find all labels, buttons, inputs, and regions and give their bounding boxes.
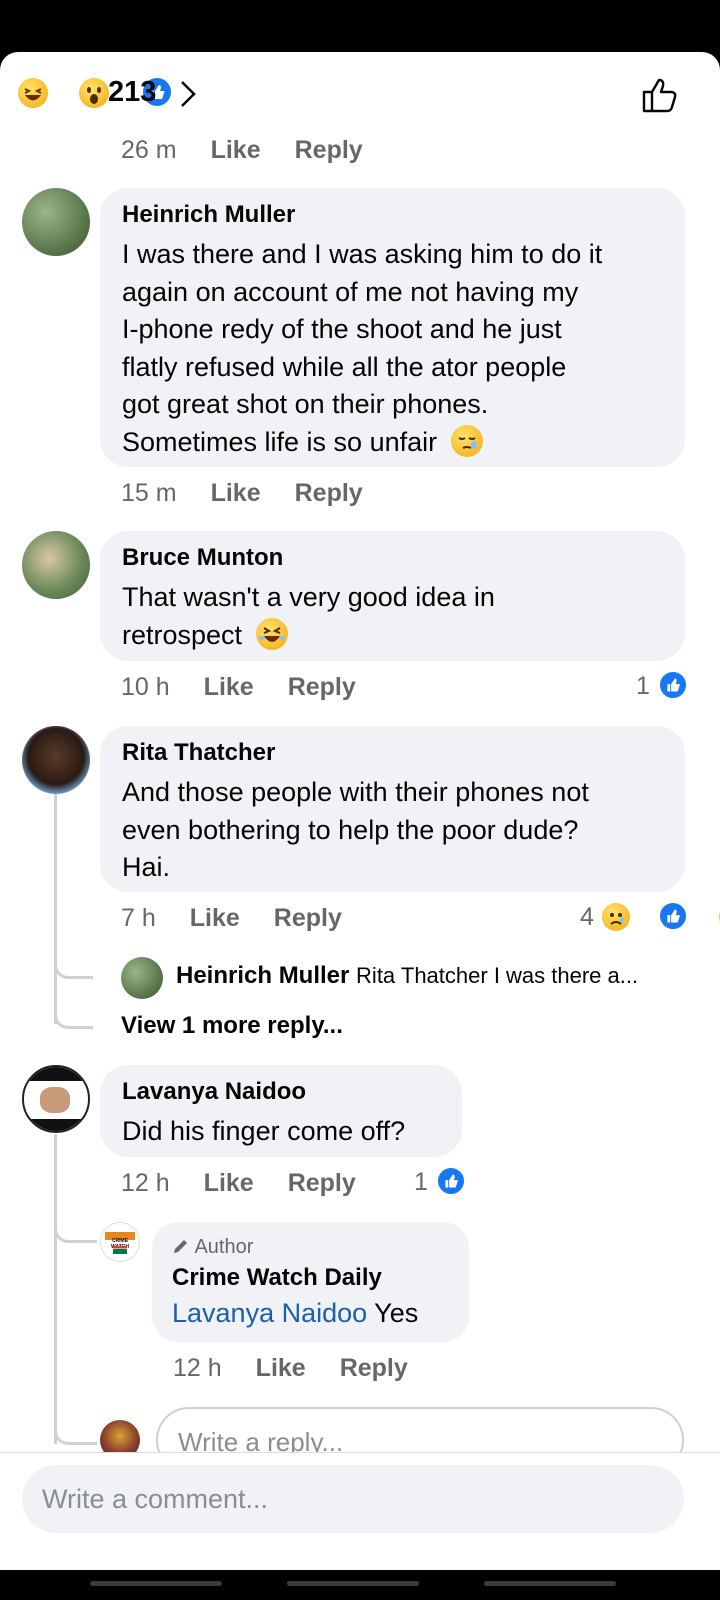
reply-author[interactable]: Crime Watch Daily (172, 1264, 382, 1292)
crime-watch-logo[interactable]: CRIME WATCH (100, 1222, 140, 1262)
comment-meta: 15 m Like Reply (121, 479, 363, 507)
comment-bubble: Bruce Munton That wasn't a very good ide… (100, 531, 685, 661)
rofl-emoji-icon (255, 617, 288, 650)
reply-text: Lavanya Naidoo Yes (172, 1298, 419, 1328)
avatar[interactable] (22, 531, 90, 599)
composer-bar: Write a comment... (0, 1452, 720, 1570)
comment-input[interactable]: Write a comment... (22, 1465, 684, 1533)
like-link[interactable]: Like (211, 136, 261, 164)
thread-connector (54, 1414, 97, 1445)
nav-hint (90, 1581, 222, 1586)
reply-link[interactable]: Reply (295, 136, 363, 164)
reaction-badge[interactable]: 1 (414, 1166, 467, 1198)
like-link[interactable]: Like (256, 1354, 306, 1382)
comment-author[interactable]: Lavanya Naidoo (122, 1078, 306, 1106)
avatar[interactable] (22, 726, 90, 794)
comment-meta: 26 m Like Reply (121, 136, 363, 164)
reply-link[interactable]: Reply (274, 904, 342, 932)
mention-link[interactable]: Lavanya Naidoo (172, 1298, 367, 1328)
avatar[interactable] (22, 1065, 90, 1133)
avatar[interactable] (22, 188, 90, 256)
comment-bubble: Lavanya Naidoo Did his finger come off? (100, 1065, 462, 1157)
thread-line (54, 1134, 57, 1444)
view-more-replies[interactable]: View 1 more reply... (121, 1012, 343, 1040)
thread-connector (54, 1214, 97, 1243)
reply-link[interactable]: Reply (295, 479, 363, 507)
reply-link[interactable]: Reply (288, 673, 356, 701)
like-icon (436, 1166, 467, 1196)
comment-author[interactable]: Rita Thatcher (122, 739, 275, 767)
sad-emoji-icon (602, 903, 630, 931)
comment-meta: 12 h Like Reply (121, 1169, 356, 1197)
chevron-right-icon (181, 81, 196, 107)
comment-bubble: Rita Thatcher And those people with thei… (100, 726, 685, 892)
reaction-badge[interactable]: 4 (580, 901, 720, 933)
comment-text: And those people with their phones not e… (122, 777, 589, 882)
comment-bubble: Heinrich Muller I was there and I was as… (100, 188, 685, 467)
like-link[interactable]: Like (211, 479, 261, 507)
like-link[interactable]: Like (204, 673, 254, 701)
comment-meta: 7 h Like Reply (121, 904, 342, 932)
comments-sheet: 213 26 m Like Reply Heinrich Muller I was … (0, 52, 720, 1570)
pencil-icon (174, 1240, 187, 1253)
thread-line (54, 794, 57, 1024)
sleepy-emoji-icon (450, 424, 483, 457)
reply-preview[interactable]: Heinrich Muller Rita Thatcher I was ther… (176, 962, 638, 990)
laughing-emoji-icon (18, 78, 48, 108)
comment-text: I was there and I was asking him to do i… (122, 239, 603, 457)
like-link[interactable]: Like (204, 1169, 254, 1197)
reaction-count: 213 (108, 76, 157, 108)
reaction-badge[interactable]: 1 (636, 670, 689, 702)
reply-link[interactable]: Reply (288, 1169, 356, 1197)
comment-text: Did his finger come off? (122, 1116, 406, 1146)
comment-text: That wasn't a very good idea in retrospe… (122, 582, 495, 650)
reply-meta: 12 h Like Reply (173, 1354, 408, 1382)
avatar[interactable] (121, 957, 163, 999)
reply-link[interactable]: Reply (340, 1354, 408, 1382)
reaction-summary[interactable]: 213 (18, 76, 218, 110)
like-link[interactable]: Like (190, 904, 240, 932)
thumbs-up-outline-icon[interactable] (641, 76, 679, 114)
comment-author[interactable]: Bruce Munton (122, 544, 283, 572)
author-badge: Author (172, 1236, 253, 1259)
thread-connector (54, 1000, 93, 1029)
like-icon (658, 901, 689, 931)
comment-author[interactable]: Heinrich Muller (122, 201, 295, 229)
wow-emoji-icon (79, 78, 110, 108)
like-icon (658, 670, 689, 700)
reply-bubble: Author Crime Watch Daily Lavanya Naidoo … (152, 1222, 469, 1342)
thread-connector (54, 950, 93, 979)
nav-hint (484, 1581, 616, 1586)
nav-hint (287, 1581, 419, 1586)
comment-meta: 10 h Like Reply (121, 673, 356, 701)
